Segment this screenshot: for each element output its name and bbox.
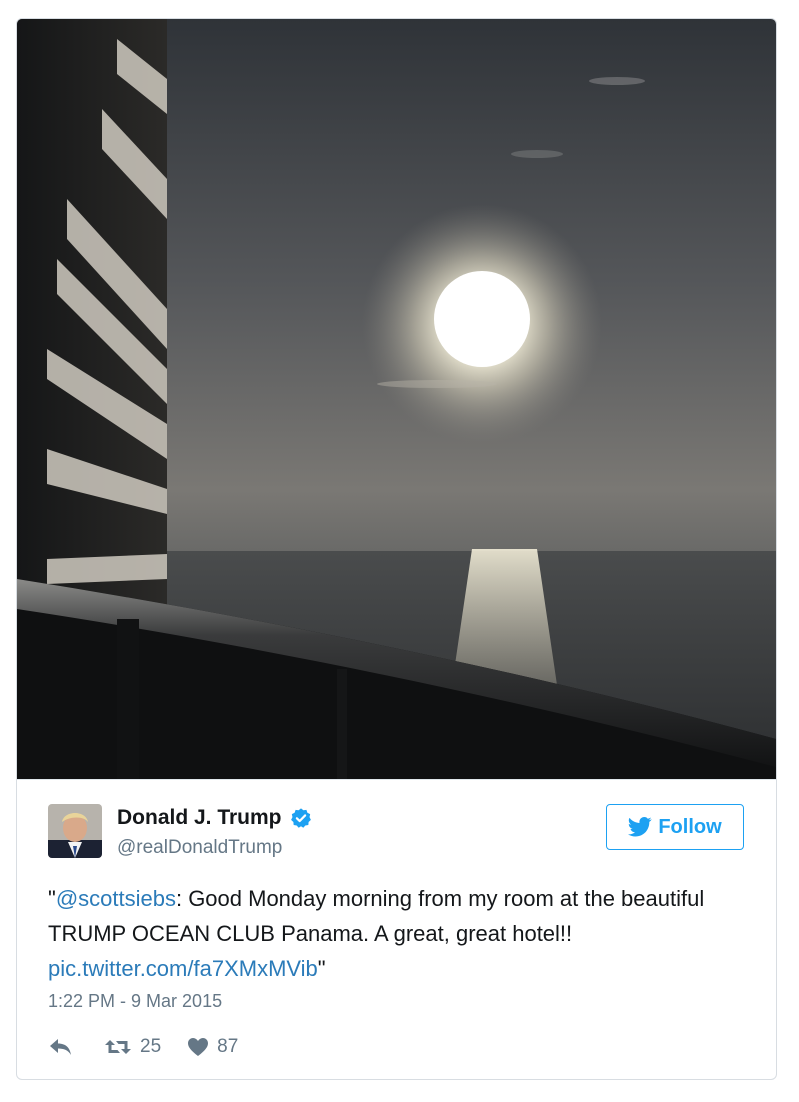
avatar[interactable] <box>48 804 102 858</box>
author-handle[interactable]: @realDonaldTrump <box>117 837 282 859</box>
author-name-row: Donald J. Trump <box>117 806 312 830</box>
retweet-icon <box>105 1040 131 1054</box>
retweet-button[interactable]: 25 <box>104 1036 161 1058</box>
pic-link[interactable]: pic.twitter.com/fa7XMxMVib <box>48 956 318 981</box>
tweet-photo[interactable] <box>17 19 776 779</box>
reply-icon <box>50 1039 71 1055</box>
follow-button[interactable]: Follow <box>606 804 744 850</box>
mention-link[interactable]: @scottsiebs <box>56 886 176 911</box>
tweet-card: Donald J. Trump @realDonaldTrump Follow … <box>16 18 777 1080</box>
retweet-count: 25 <box>140 1036 162 1057</box>
timestamp[interactable]: 1:22 PM - 9 Mar 2015 <box>48 991 222 1012</box>
verified-badge-icon <box>290 807 312 829</box>
like-button[interactable]: 87 <box>187 1036 238 1058</box>
follow-label: Follow <box>658 815 722 838</box>
like-count: 87 <box>217 1036 239 1057</box>
reply-button[interactable] <box>48 1037 74 1057</box>
close-quote: " <box>317 956 326 981</box>
tweet-text: "@scottsiebs: Good Monday morning from m… <box>48 881 748 986</box>
heart-icon <box>188 1038 209 1056</box>
open-quote: " <box>48 886 56 911</box>
twitter-bird-icon <box>628 817 653 837</box>
action-bar: 25 87 <box>48 1032 238 1062</box>
author-name[interactable]: Donald J. Trump <box>117 806 282 830</box>
tweet-body: Donald J. Trump @realDonaldTrump Follow … <box>17 779 776 1079</box>
